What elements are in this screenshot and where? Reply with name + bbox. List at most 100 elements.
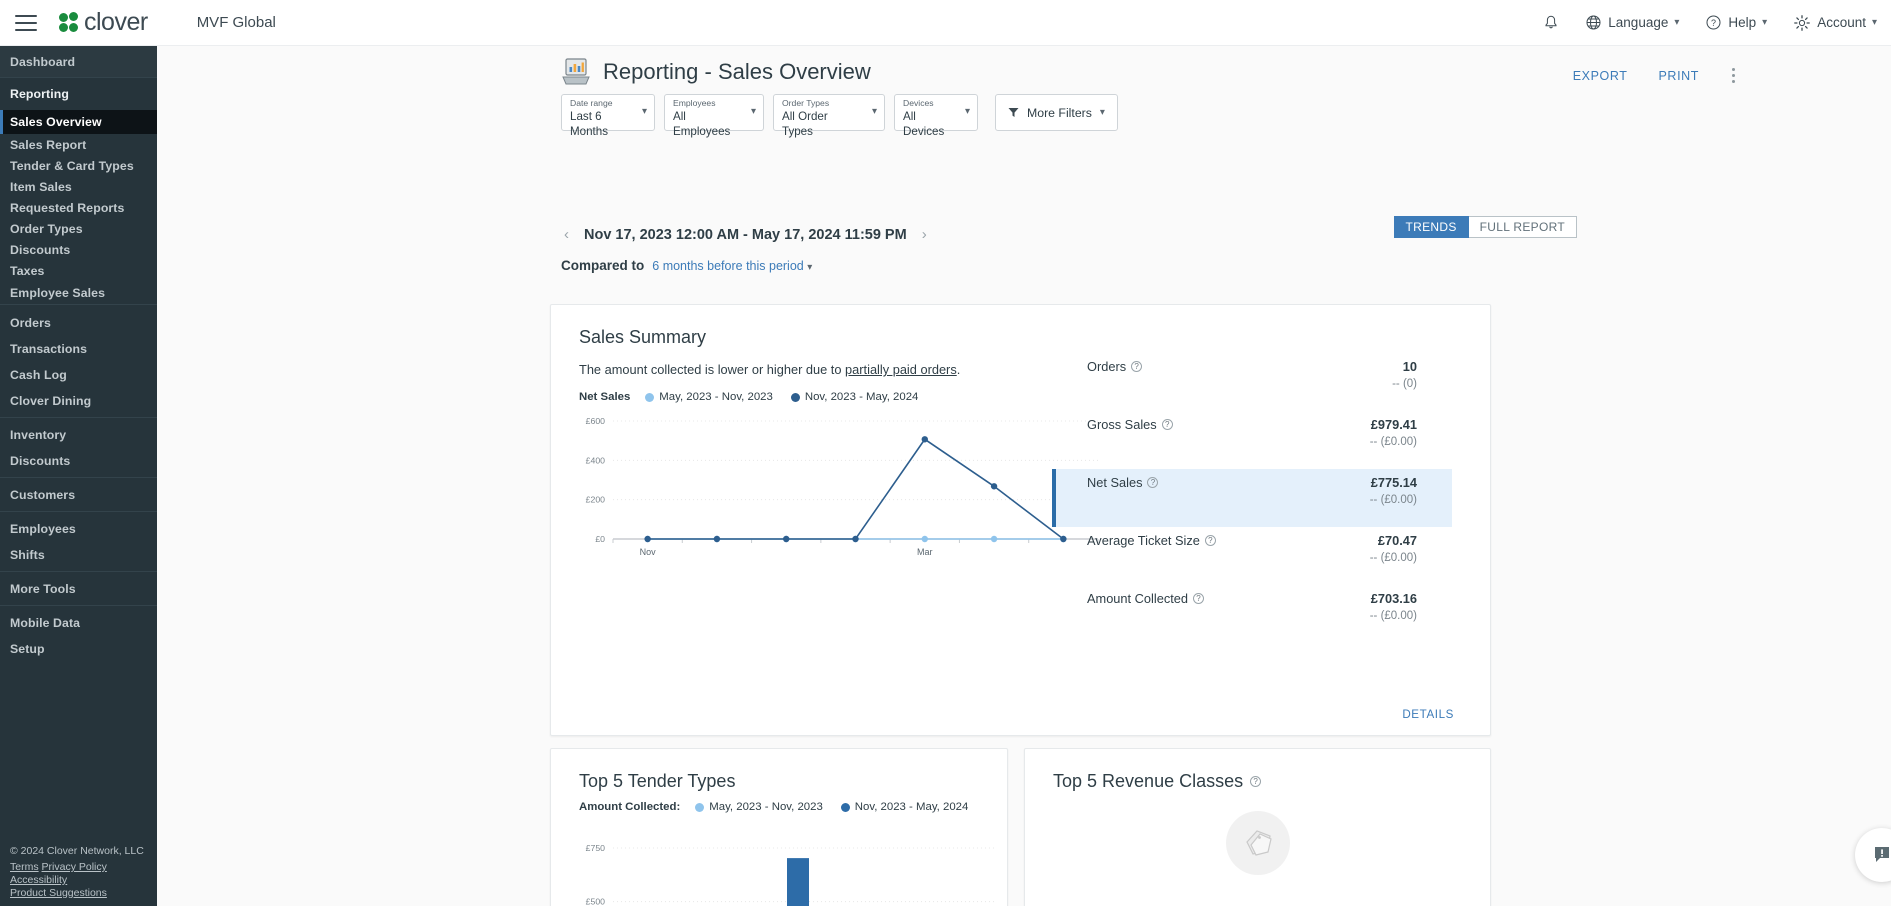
compared-to-label: Compared to: [561, 258, 644, 273]
details-link[interactable]: DETAILS: [1402, 708, 1454, 721]
footer-links: Terms Privacy Policy Accessibility Produ…: [10, 861, 144, 900]
footer-link-privacy-policy[interactable]: Privacy Policy: [42, 861, 107, 873]
price-tag-icon: [1226, 811, 1290, 875]
previous-period-icon[interactable]: ‹: [561, 226, 572, 243]
metric-average-ticket-size-delta-paren: (£0.00): [1381, 552, 1417, 564]
metrics-list: Orders? 10 -- (0) Gross Sales? £979.41 -…: [1052, 353, 1452, 643]
page-scrollbar[interactable]: [1883, 46, 1891, 906]
language-label: Language: [1608, 15, 1668, 30]
sidebar-item-requested-reports[interactable]: Requested Reports: [0, 197, 157, 218]
sidebar-item-reporting[interactable]: Reporting: [0, 78, 157, 110]
order-types-filter-label: Order Types: [782, 98, 860, 109]
help-label: Help: [1728, 15, 1756, 30]
sidebar-item-dashboard[interactable]: Dashboard: [0, 46, 157, 77]
copyright-text: © 2024 Clover Network, LLC: [10, 845, 144, 858]
sales-trend-chart[interactable]: £600£400£200£0NovMar: [571, 409, 1101, 569]
metric-amount-collected[interactable]: Amount Collected? £703.16 -- (£0.00): [1052, 585, 1452, 643]
sidebar-item-discounts[interactable]: Discounts: [0, 239, 157, 260]
info-icon[interactable]: ?: [1205, 535, 1216, 546]
footer-link-terms[interactable]: Terms: [10, 861, 39, 873]
svg-text:£600: £600: [586, 416, 605, 426]
language-menu[interactable]: Language ▾: [1585, 14, 1679, 31]
more-filters-button[interactable]: More Filters ▾: [995, 94, 1118, 131]
sidebar-item-employee-sales[interactable]: Employee Sales: [0, 281, 157, 304]
legend-item-previous[interactable]: May, 2023 - Nov, 2023: [695, 801, 823, 813]
order-types-filter[interactable]: Order Types All Order Types ▾: [773, 94, 885, 131]
metric-gross-sales[interactable]: Gross Sales? £979.41 -- (£0.00): [1052, 411, 1452, 469]
next-period-icon[interactable]: ›: [919, 226, 930, 243]
feedback-button[interactable]: [1855, 828, 1891, 882]
hamburger-icon[interactable]: [15, 15, 37, 31]
legend-item-current[interactable]: Nov, 2023 - May, 2024: [841, 801, 969, 813]
sidebar-item-cash-log[interactable]: Cash Log: [0, 362, 157, 388]
print-button[interactable]: PRINT: [1659, 69, 1700, 83]
tab-full-report[interactable]: FULL REPORT: [1469, 216, 1577, 238]
sidebar-group-reporting: Reporting Sales Overview Sales Report Te…: [0, 78, 157, 305]
sidebar-item-employees[interactable]: Employees: [0, 516, 157, 542]
tender-types-bar-chart[interactable]: £750£500£250: [565, 823, 1005, 906]
sidebar-item-item-sales[interactable]: Item Sales: [0, 176, 157, 197]
devices-filter[interactable]: Devices All Devices ▾: [894, 94, 978, 131]
sidebar-item-taxes[interactable]: Taxes: [0, 260, 157, 281]
more-options-icon[interactable]: [1730, 66, 1737, 85]
note-suffix: .: [957, 362, 961, 377]
sidebar-item-orders[interactable]: Orders: [0, 310, 157, 336]
question-circle-icon: ?: [1705, 14, 1722, 31]
merchant-name[interactable]: MVF Global: [197, 14, 276, 31]
employees-filter[interactable]: Employees All Employees ▾: [664, 94, 764, 131]
sidebar-item-setup[interactable]: Setup: [0, 636, 157, 662]
svg-text:£500: £500: [586, 897, 605, 906]
sidebar-item-discounts-2[interactable]: Discounts: [0, 448, 157, 474]
partially-paid-orders-link[interactable]: partially paid orders: [845, 362, 957, 377]
legend-dot-previous: [695, 803, 704, 812]
sidebar-item-more-tools[interactable]: More Tools: [0, 576, 157, 602]
metric-amount-collected-delta-paren: (£0.00): [1381, 610, 1417, 622]
sidebar-item-clover-dining[interactable]: Clover Dining: [0, 388, 157, 414]
metric-orders[interactable]: Orders? 10 -- (0): [1052, 353, 1452, 411]
footer-link-product-suggestions[interactable]: Product Suggestions: [10, 887, 107, 899]
sidebar: Dashboard Reporting Sales Overview Sales…: [0, 46, 157, 906]
svg-text:£400: £400: [586, 455, 605, 465]
info-icon[interactable]: ?: [1147, 477, 1158, 488]
legend-dot-current: [841, 803, 850, 812]
info-icon[interactable]: ?: [1131, 361, 1142, 372]
sidebar-item-mobile-data[interactable]: Mobile Data: [0, 610, 157, 636]
help-menu[interactable]: ? Help ▾: [1705, 14, 1767, 31]
metric-average-ticket-size-label: Average Ticket Size: [1087, 533, 1200, 548]
sidebar-item-customers[interactable]: Customers: [0, 482, 157, 508]
footer-link-accessibility[interactable]: Accessibility: [10, 874, 67, 886]
info-icon[interactable]: ?: [1250, 776, 1261, 787]
sidebar-item-shifts[interactable]: Shifts: [0, 542, 157, 568]
sidebar-item-order-types[interactable]: Order Types: [0, 218, 157, 239]
top-tender-types-card: Top 5 Tender Types Amount Collected: May…: [550, 748, 1008, 906]
chevron-down-icon: ▾: [1100, 107, 1105, 118]
sidebar-item-tender-card-types[interactable]: Tender & Card Types: [0, 155, 157, 176]
tab-trends[interactable]: TRENDS: [1394, 216, 1469, 238]
svg-text:?: ?: [1711, 18, 1716, 28]
legend-item-current[interactable]: Nov, 2023 - May, 2024: [791, 391, 919, 403]
sidebar-item-inventory[interactable]: Inventory: [0, 422, 157, 448]
filter-icon: [1008, 107, 1019, 118]
export-button[interactable]: EXPORT: [1573, 69, 1628, 83]
metric-average-ticket-size-delta: --: [1370, 552, 1378, 564]
info-icon[interactable]: ?: [1193, 593, 1204, 604]
chevron-down-icon: ▾: [965, 106, 970, 117]
top-revenue-classes-card: Top 5 Revenue Classes ? No items were so…: [1024, 748, 1491, 906]
date-range-filter[interactable]: Date range Last 6 Months ▾: [561, 94, 655, 131]
metric-net-sales[interactable]: Net Sales? £775.14 -- (£0.00): [1052, 469, 1452, 527]
sidebar-item-transactions[interactable]: Transactions: [0, 336, 157, 362]
sidebar-item-sales-report[interactable]: Sales Report: [0, 134, 157, 155]
legend-label-previous: May, 2023 - Nov, 2023: [659, 391, 773, 403]
compared-to-value[interactable]: 6 months before this period ▾: [652, 259, 812, 273]
notifications-button[interactable]: [1543, 14, 1559, 31]
clover-logo[interactable]: clover: [59, 10, 148, 35]
top-bar: clover MVF Global Language ▾ ?: [0, 0, 1891, 46]
info-icon[interactable]: ?: [1162, 419, 1173, 430]
legend-label-current: Nov, 2023 - May, 2024: [805, 391, 919, 403]
sidebar-item-sales-overview[interactable]: Sales Overview: [0, 110, 157, 134]
account-menu[interactable]: Account ▾: [1793, 14, 1877, 32]
metric-average-ticket-size[interactable]: Average Ticket Size? £70.47 -- (£0.00): [1052, 527, 1452, 585]
metric-gross-sales-label: Gross Sales: [1087, 417, 1157, 432]
sidebar-group-customers: Customers: [0, 478, 157, 512]
legend-item-previous[interactable]: May, 2023 - Nov, 2023: [645, 391, 773, 403]
